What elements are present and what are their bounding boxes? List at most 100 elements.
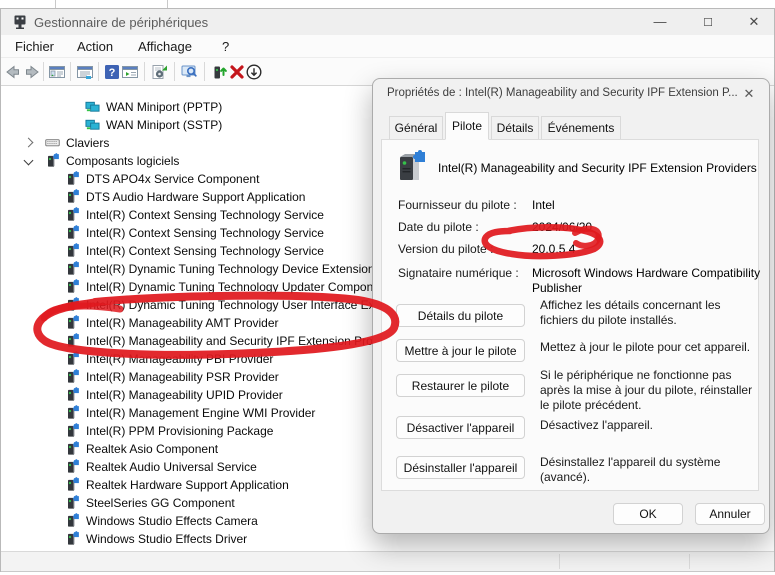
tab-strip: GénéralPiloteDétailsÉvénements <box>373 112 769 140</box>
field-label: Date du pilote : <box>398 220 479 234</box>
tree-item-label: Intel(R) PPM Provisioning Package <box>86 424 273 438</box>
device-icon <box>396 150 428 184</box>
action-description: Désactivez l'appareil. <box>540 418 756 433</box>
status-bar <box>1 551 774 572</box>
restaurer-le-pilote-button[interactable]: Restaurer le pilote <box>396 374 525 397</box>
chevron-down-icon[interactable] <box>24 156 34 166</box>
tree-item-label: DTS APO4x Service Component <box>86 172 259 186</box>
tree-item-label: Composants logiciels <box>66 154 179 168</box>
détails-du-pilote-button[interactable]: Détails du pilote <box>396 304 525 327</box>
close-button[interactable]: ✕ <box>733 9 775 35</box>
tab-événements[interactable]: Événements <box>541 116 621 140</box>
software-component-icon <box>65 225 80 240</box>
close-icon: ✕ <box>749 14 760 29</box>
tree-item-label: Claviers <box>66 136 109 150</box>
tree-item-label: Intel(R) Manageability PBI Provider <box>86 352 273 366</box>
remote-computer-button[interactable] <box>180 62 200 82</box>
action-description: Désinstallez l'appareil du système (avan… <box>540 455 756 485</box>
minimize-icon: — <box>654 14 667 29</box>
disable-device-button[interactable] <box>245 62 265 82</box>
tree-item-label: Intel(R) Manageability and Security IPF … <box>86 334 388 348</box>
menu-action[interactable]: Action <box>73 37 117 56</box>
menu-fichier[interactable]: Fichier <box>11 37 58 56</box>
disable-icon <box>245 63 263 81</box>
software-component-icon <box>65 423 80 438</box>
tree-item-label: Windows Studio Effects Camera <box>86 514 258 528</box>
tree-item-label: SteelSeries GG Component <box>86 496 235 510</box>
console-tree-button[interactable] <box>48 62 68 82</box>
toolbar-separator <box>98 62 99 81</box>
désactiver-l-appareil-button[interactable]: Désactiver l'appareil <box>396 416 525 439</box>
toolbar-separator <box>43 62 44 81</box>
network-adapter-icon <box>85 117 100 132</box>
tree-item-label: Intel(R) Context Sensing Technology Serv… <box>86 208 324 222</box>
tree-item-label: Intel(R) Dynamic Tuning Technology Devic… <box>86 262 393 276</box>
window-tree-icon <box>48 63 66 81</box>
driver-tab-page: Intel(R) Manageability and Security IPF … <box>381 139 759 491</box>
software-component-icon <box>65 495 80 510</box>
toolbar-separator <box>70 62 71 81</box>
field-value: Microsoft Windows Hardware Compatibility… <box>532 266 774 296</box>
dialog-close-button[interactable]: ✕ <box>737 83 761 105</box>
chevron-right-icon[interactable] <box>24 138 34 148</box>
tree-item-label: Intel(R) Manageability UPID Provider <box>86 388 283 402</box>
tree-item-label: Intel(R) Manageability PSR Provider <box>86 370 279 384</box>
back-button[interactable] <box>4 62 24 82</box>
menu-affichage[interactable]: Affichage <box>134 37 196 56</box>
tree-item-label: Realtek Asio Component <box>86 442 218 456</box>
field-value: 2024/06/20 <box>532 220 774 235</box>
help-button[interactable] <box>103 62 123 82</box>
toolbar-separator <box>204 62 205 81</box>
field-value: 20.0.5.4 <box>532 242 774 257</box>
action-description: Si le périphérique ne fonctionne pas apr… <box>540 368 756 413</box>
software-component-icon <box>65 207 80 222</box>
red-x-icon <box>228 63 246 81</box>
software-component-icon <box>65 531 80 546</box>
device-name: Intel(R) Manageability and Security IPF … <box>438 161 757 175</box>
désinstaller-l-appareil-button[interactable]: Désinstaller l'appareil <box>396 456 525 479</box>
action-pane-button[interactable] <box>121 62 141 82</box>
software-component-icon <box>65 513 80 528</box>
ok-button[interactable]: OK <box>613 503 683 525</box>
software-component-icon <box>65 279 80 294</box>
menu-?[interactable]: ? <box>218 37 233 56</box>
arrow-left-icon <box>4 63 22 81</box>
field-label: Signataire numérique : <box>398 266 519 280</box>
maximize-icon: ☐ <box>703 17 713 29</box>
status-separator <box>559 554 560 569</box>
help-icon <box>103 63 121 81</box>
cancel-button[interactable]: Annuler <box>695 503 765 525</box>
tree-item-label: Intel(R) Dynamic Tuning Technology User … <box>86 298 385 312</box>
action-description: Mettez à jour le pilote pour cet apparei… <box>540 340 756 355</box>
maximize-button[interactable]: ☐ <box>687 9 729 35</box>
window-title: Gestionnaire de périphériques <box>34 15 208 30</box>
software-component-icon <box>65 243 80 258</box>
software-component-icon <box>45 153 60 168</box>
screenshot-root: Gestionnaire de périphériques — ☐ ✕ Fich… <box>0 0 775 575</box>
action-description: Affichez les détails concernant les fich… <box>540 298 756 328</box>
minimize-button[interactable]: — <box>639 9 681 35</box>
dialog-title: Propriétés de : Intel(R) Manageability a… <box>387 87 739 99</box>
update-driver-button[interactable] <box>210 62 230 82</box>
toolbar-separator <box>144 62 145 81</box>
field-label: Version du pilote : <box>398 242 493 256</box>
software-component-icon <box>65 261 80 276</box>
software-component-icon <box>65 315 80 330</box>
tree-item-label: WAN Miniport (PPTP) <box>106 100 222 114</box>
forward-button[interactable] <box>23 62 43 82</box>
tree-item-label: Windows Studio Effects Driver <box>86 532 247 546</box>
tab-pilote[interactable]: Pilote <box>445 112 489 140</box>
software-component-icon <box>65 189 80 204</box>
device-manager-icon <box>13 14 27 30</box>
software-component-icon <box>65 351 80 366</box>
tab-détails[interactable]: Détails <box>491 116 539 140</box>
tab-général[interactable]: Général <box>389 116 443 140</box>
software-component-icon <box>65 297 80 312</box>
tree-item-label: Intel(R) Context Sensing Technology Serv… <box>86 226 324 240</box>
menu-bar: Fichier Action Affichage? <box>1 35 774 58</box>
scan-hardware-changes-button[interactable] <box>150 62 170 82</box>
properties-button[interactable] <box>76 62 96 82</box>
mettre-à-jour-le-pilote-button[interactable]: Mettre à jour le pilote <box>396 339 525 362</box>
tree-item-label: Intel(R) Management Engine WMI Provider <box>86 406 315 420</box>
tree-item-label: Intel(R) Context Sensing Technology Serv… <box>86 244 324 258</box>
